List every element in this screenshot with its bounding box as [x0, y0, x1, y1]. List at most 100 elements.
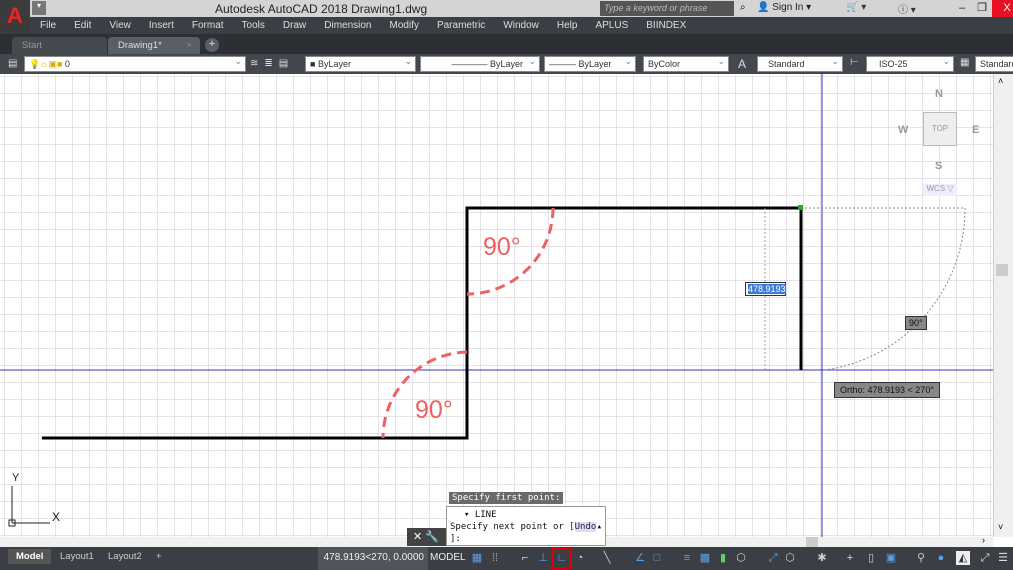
transparency-icon[interactable]: ▩ — [698, 551, 712, 565]
isodraft-icon[interactable]: ╲ — [600, 551, 614, 565]
scroll-right-icon[interactable]: › — [982, 535, 985, 545]
menu-format[interactable]: Format — [192, 20, 224, 31]
drawing-canvas[interactable]: 90° 90° Y X — [0, 74, 993, 537]
help-icon[interactable]: ⓘ ▾ — [898, 1, 916, 16]
menu-view[interactable]: View — [109, 20, 131, 31]
isolate-objects-icon[interactable]: ● — [934, 551, 948, 565]
scroll-up-icon[interactable]: ˄ — [998, 76, 1003, 86]
selection-cycling-icon[interactable]: ▮ — [716, 551, 730, 565]
snap-icon[interactable]: ⁞⁞ — [488, 551, 502, 565]
dynamic-input-value: 478.9193 — [748, 284, 786, 294]
viewcube-top-face[interactable]: TOP — [923, 112, 957, 146]
table-style-dropdown[interactable]: Standard — [975, 56, 1013, 72]
selection-filter-icon[interactable]: ⬡ — [783, 551, 797, 565]
text-style-icon[interactable]: A — [738, 57, 746, 71]
maximize-button[interactable]: ❐ — [972, 0, 992, 17]
model-space-toggle[interactable]: MODEL — [430, 552, 466, 563]
dim-style-dropdown[interactable]: ISO-25 — [866, 56, 954, 72]
application-menu-button[interactable]: A — [0, 0, 30, 34]
command-name-text: LINE — [474, 510, 497, 520]
clean-screen-icon[interactable]: ⤢ — [978, 551, 992, 565]
layer-tools-icons[interactable]: ≋≣▤ — [250, 58, 294, 69]
coordinate-readout[interactable]: 478.9193<270, 0.0000 — [318, 547, 428, 570]
dim-style-icon[interactable]: ⊢ — [850, 57, 859, 68]
viewcube-west[interactable]: W — [898, 124, 908, 136]
viewcube-south[interactable]: S — [935, 160, 942, 172]
minimize-button[interactable]: – — [952, 0, 972, 17]
tab-start[interactable]: Start — [12, 37, 107, 54]
command-line-tools[interactable]: ✕ 🔧 — [407, 528, 447, 546]
layer-properties-icon[interactable]: ▤ — [8, 58, 17, 69]
infer-constraints-icon[interactable]: ⌐ — [518, 551, 532, 565]
sign-in-button[interactable]: 👤 Sign In ▾ — [757, 2, 811, 13]
quick-access-toolbar-dropdown[interactable]: ▾ — [32, 1, 46, 15]
menu-parametric[interactable]: Parametric — [437, 20, 485, 31]
menu-modify[interactable]: Modify — [390, 20, 419, 31]
menu-dimension[interactable]: Dimension — [324, 20, 371, 31]
plotstyle-dropdown[interactable]: ByColor — [643, 56, 729, 72]
undo-option[interactable]: Undo — [574, 522, 597, 532]
menu-draw[interactable]: Draw — [283, 20, 306, 31]
layer-dropdown[interactable]: 💡☼▣■ 0 — [24, 56, 246, 72]
command-line[interactable]: ▾ LINE Specify next point or [Undo ▴ ]: — [446, 506, 606, 546]
drawing-svg[interactable]: 90° 90° Y X — [0, 74, 993, 537]
angle-tooltip: 90° — [905, 316, 927, 330]
dynamic-input-field[interactable]: 478.9193 — [745, 282, 786, 296]
menu-edit[interactable]: Edit — [74, 20, 91, 31]
annotation-monitor-icon[interactable]: ⚲ — [914, 551, 928, 565]
tab-drawing1[interactable]: Drawing1* × — [108, 37, 200, 54]
search-input[interactable]: Type a keyword or phrase — [600, 1, 734, 16]
history-up-icon[interactable]: ▴ — [597, 521, 602, 533]
close-button[interactable]: X — [992, 0, 1013, 17]
viewcube[interactable]: N W E S TOP WCS ▽ — [893, 84, 983, 199]
text-style-dropdown[interactable]: Standard — [757, 56, 843, 72]
object-snap-tracking-icon[interactable]: ∠ — [633, 551, 647, 565]
autoscale-icon[interactable]: ▯ — [864, 551, 878, 565]
dim-style-label: ISO-25 — [879, 59, 908, 69]
customization-menu-icon[interactable]: ☰ — [996, 551, 1010, 565]
lineweight-icon[interactable]: ≡ — [680, 551, 694, 565]
layer-name: 0 — [64, 59, 70, 69]
menu-aplus[interactable]: APLUS — [595, 20, 628, 31]
hardware-acceleration-icon[interactable]: ◭ — [956, 551, 970, 565]
menu-biindex[interactable]: BIINDEX — [646, 20, 686, 31]
dynamic-input-icon[interactable]: ⊥ — [536, 551, 550, 565]
grid — [0, 74, 993, 537]
dynamic-ucs-icon[interactable]: ⤢ — [766, 551, 780, 565]
polar-tracking-icon[interactable]: ◔ — [573, 551, 587, 565]
3d-osnap-icon[interactable]: ⬡ — [734, 551, 748, 565]
menu-window[interactable]: Window — [503, 20, 539, 31]
wcs-dropdown[interactable]: WCS ▽ — [923, 184, 957, 196]
table-style-label: Standard — [980, 59, 1013, 69]
scroll-down-icon[interactable]: ˅ — [998, 522, 1003, 532]
vertical-scrollbar[interactable]: ˄ ˅ — [993, 74, 1013, 537]
close-tab-icon[interactable]: × — [186, 40, 192, 51]
color-dropdown[interactable]: ■ ByLayer — [305, 56, 416, 72]
layout-tab-layout2[interactable]: Layout2 — [100, 549, 150, 564]
menu-insert[interactable]: Insert — [149, 20, 174, 31]
object-snap-icon[interactable]: □ — [650, 551, 664, 565]
workspace-icon[interactable]: ▣ — [884, 551, 898, 565]
add-layout-button[interactable]: + — [148, 549, 170, 564]
lineweight-dropdown[interactable]: ——— ByLayer — [544, 56, 636, 72]
scroll-thumb[interactable] — [996, 264, 1008, 276]
plotstyle-label: ByColor — [648, 59, 681, 69]
annotation-visibility-icon[interactable]: + — [843, 551, 857, 565]
menu-help[interactable]: Help — [557, 20, 578, 31]
layout-tab-model[interactable]: Model — [8, 549, 52, 564]
viewcube-north[interactable]: N — [935, 88, 943, 100]
linetype-dropdown[interactable]: ———— ByLayer — [420, 56, 540, 72]
hscroll-thumb[interactable] — [806, 537, 818, 547]
menu-tools[interactable]: Tools — [242, 20, 265, 31]
new-tab-button[interactable]: + — [205, 38, 219, 52]
gizmo-icon[interactable]: ✱ — [815, 551, 829, 565]
cart-icon[interactable]: 🛒 ▾ — [846, 2, 866, 13]
viewcube-east[interactable]: E — [972, 124, 979, 136]
binoculars-icon[interactable]: ⌕ — [740, 2, 746, 13]
table-style-icon[interactable]: ▦ — [960, 57, 969, 68]
menu-file[interactable]: File — [40, 20, 56, 31]
grid-icon[interactable]: ▦ — [470, 551, 484, 565]
lineweight-label: ByLayer — [578, 59, 612, 69]
layout-tab-layout1[interactable]: Layout1 — [52, 549, 102, 564]
ortho-mode-icon[interactable]: ∟ — [552, 548, 572, 569]
